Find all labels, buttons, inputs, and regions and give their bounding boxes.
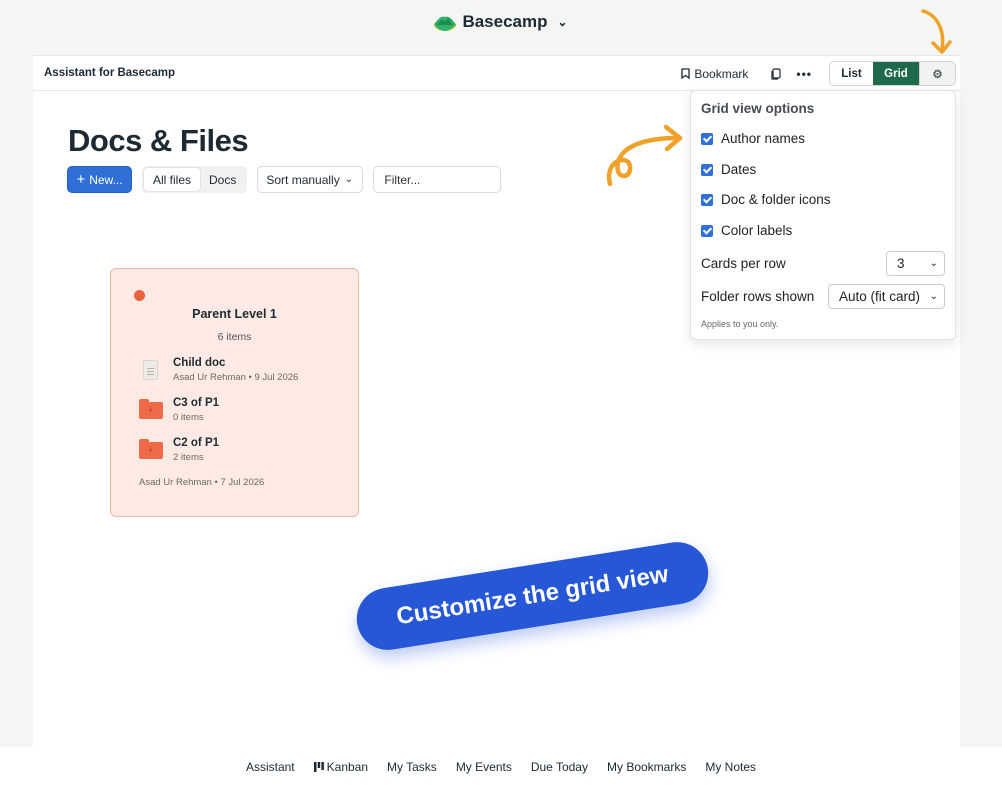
cards-per-row-select[interactable]: 3 ⌄	[886, 251, 945, 276]
color-labels-checkbox[interactable]: Color labels	[701, 223, 792, 238]
bookmark-label: Bookmark	[694, 66, 749, 81]
chevron-down-icon: ⌄	[557, 15, 568, 29]
checkbox-checked-icon	[701, 224, 713, 237]
bookmark-button[interactable]: Bookmark	[681, 67, 748, 81]
page-title: Docs & Files	[68, 123, 249, 158]
item-name: Child doc	[173, 357, 226, 369]
list-view-button[interactable]: List	[830, 62, 873, 85]
checkbox-label: Author names	[721, 131, 806, 146]
grid-view-button[interactable]: Grid	[873, 62, 919, 85]
checkbox-label: Dates	[721, 162, 757, 177]
nav-my-tasks[interactable]: My Tasks	[387, 760, 437, 774]
plus-icon: +	[76, 171, 86, 188]
cards-per-row-setting: Cards per row 3 ⌄	[701, 251, 945, 276]
chevron-down-icon: ⌄	[929, 291, 938, 302]
checkbox-checked-icon	[701, 132, 713, 145]
list-item[interactable]: Child doc Asad Ur Rehman • 9 Jul 2026	[139, 357, 298, 383]
chevron-down-icon: ⌄	[929, 258, 938, 269]
copy-icon[interactable]	[770, 67, 782, 80]
tab-docs[interactable]: Docs	[200, 168, 245, 191]
list-item[interactable]: C3 of P1 0 items	[139, 397, 219, 423]
item-name: C3 of P1	[173, 397, 220, 409]
select-value: 3	[897, 256, 905, 271]
doc-icon	[139, 358, 163, 382]
sort-dropdown[interactable]: Sort manually ⌄	[257, 166, 364, 193]
dropdown-title: Grid view options	[701, 101, 815, 116]
chevron-down-icon: ⌄	[344, 174, 354, 185]
file-type-filter: All files Docs	[142, 166, 248, 193]
color-label-dot	[134, 290, 145, 301]
nav-assistant[interactable]: Assistant	[246, 760, 295, 774]
select-value: Auto (fit card)	[839, 289, 921, 304]
item-meta: 2 items	[173, 452, 204, 463]
basecamp-logo-icon	[434, 16, 457, 31]
folder-icon	[139, 438, 163, 462]
nav-due-today[interactable]: Due Today	[531, 760, 588, 774]
annotation-arrow-options-icon	[606, 124, 683, 187]
kanban-icon	[313, 761, 324, 772]
toolbar: + New... All files Docs Sort manually ⌄	[67, 166, 502, 193]
item-meta: 0 items	[173, 412, 204, 423]
list-item[interactable]: C2 of P1 2 items	[139, 437, 219, 463]
new-button[interactable]: + New...	[67, 166, 132, 193]
tab-all-files[interactable]: All files	[144, 168, 201, 191]
bottom-nav: Assistant Kanban My Tasks My Events Due …	[0, 747, 1002, 786]
card-footer: Asad Ur Rehman • 7 Jul 2026	[139, 477, 265, 488]
grid-options-dropdown: Grid view options Author names Dates Doc…	[690, 90, 956, 340]
dropdown-note: Applies to you only.	[701, 319, 779, 329]
panel-title: Assistant for Basecamp	[44, 67, 176, 79]
item-name: C2 of P1	[173, 437, 220, 449]
card-title: Parent Level 1	[192, 307, 277, 321]
more-options-icon[interactable]: •••	[796, 67, 812, 81]
doc-folder-icons-checkbox[interactable]: Doc & folder icons	[701, 192, 831, 207]
nav-label: Kanban	[326, 759, 369, 774]
view-toggle: List Grid ⚙	[829, 61, 956, 86]
bookmark-icon	[681, 68, 691, 79]
item-meta: Asad Ur Rehman • 9 Jul 2026	[173, 372, 299, 383]
sort-label: Sort manually	[266, 172, 340, 187]
brand-switcher[interactable]: Basecamp ⌄	[0, 12, 1002, 32]
annotation-arrow-gear-icon	[921, 9, 952, 54]
checkbox-label: Doc & folder icons	[721, 192, 831, 207]
card-item-count: 6 items	[217, 331, 252, 343]
author-names-checkbox[interactable]: Author names	[701, 131, 805, 146]
gear-icon[interactable]: ⚙	[919, 62, 955, 85]
checkbox-checked-icon	[701, 163, 713, 176]
brand-name: Basecamp	[462, 12, 548, 31]
new-button-label: New...	[89, 172, 123, 187]
filter-input[interactable]	[373, 166, 502, 193]
folder-rows-select[interactable]: Auto (fit card) ⌄	[828, 284, 945, 309]
nav-kanban[interactable]: Kanban	[313, 759, 369, 774]
dates-checkbox[interactable]: Dates	[701, 162, 756, 177]
nav-my-events[interactable]: My Events	[456, 760, 512, 774]
checkbox-checked-icon	[701, 193, 713, 206]
folder-icon	[139, 398, 163, 422]
folder-rows-label: Folder rows shown	[701, 289, 815, 304]
nav-my-bookmarks[interactable]: My Bookmarks	[607, 760, 686, 774]
header-actions: Bookmark ••• List Grid ⚙	[681, 61, 956, 86]
checkbox-label: Color labels	[721, 223, 793, 238]
nav-my-notes[interactable]: My Notes	[705, 760, 756, 774]
folder-rows-setting: Folder rows shown Auto (fit card) ⌄	[701, 284, 945, 309]
folder-card[interactable]: Parent Level 1 6 items Child doc Asad Ur…	[110, 268, 359, 517]
cards-per-row-label: Cards per row	[701, 256, 786, 271]
